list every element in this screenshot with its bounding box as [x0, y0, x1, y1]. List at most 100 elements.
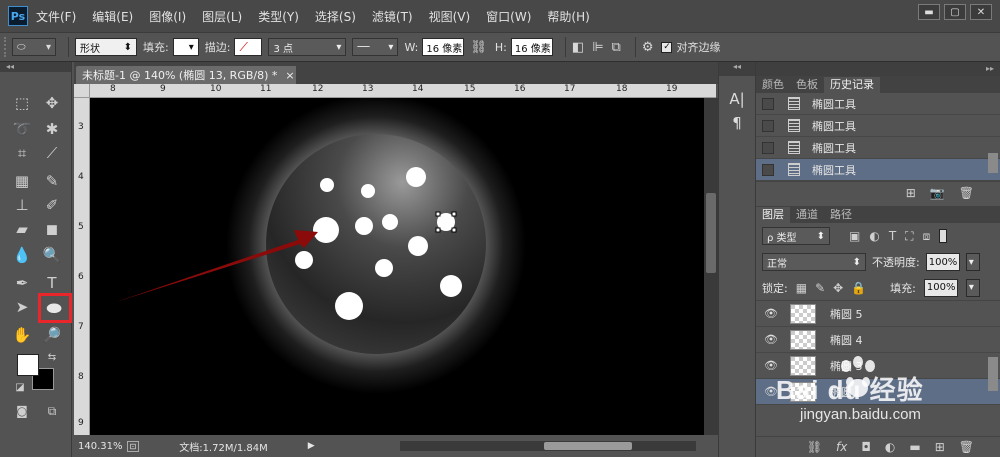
lock-all-icon[interactable]: 🔒: [851, 281, 866, 295]
lock-pixels-icon[interactable]: ✎: [815, 281, 825, 295]
layer-row[interactable]: 👁 椭圆 5: [756, 301, 1000, 327]
history-brush-icon[interactable]: ✐: [40, 194, 64, 216]
vertical-scrollbar[interactable]: [704, 98, 718, 435]
scroll-thumb[interactable]: [988, 153, 998, 173]
mode-select[interactable]: 形状 ⬍: [75, 38, 137, 56]
move-icon[interactable]: ✥: [40, 92, 64, 114]
default-colors-icon[interactable]: ◪: [8, 376, 32, 398]
fx-icon[interactable]: fx: [836, 440, 847, 454]
tab-swatches[interactable]: 色板: [790, 77, 824, 93]
menu-select[interactable]: 选择(S): [315, 8, 356, 25]
pixel-filter-icon[interactable]: ▣: [849, 229, 860, 243]
anchor-handle[interactable]: [435, 227, 441, 233]
width-input[interactable]: 16 像素: [422, 38, 465, 56]
ruler-horizontal[interactable]: 8 9 10 11 12 13 14 15 16 17 18 19: [90, 84, 716, 98]
strip-header[interactable]: ◂◂: [719, 62, 755, 76]
layer-row-selected[interactable]: 👁 椭圆: [756, 379, 1000, 405]
history-snapshot-checkbox[interactable]: [762, 119, 774, 132]
opacity-slider-button[interactable]: ▾: [965, 253, 980, 271]
type-filter-icon[interactable]: T: [889, 229, 896, 243]
camera-icon[interactable]: 📷: [930, 186, 945, 200]
grip-handle[interactable]: [4, 37, 12, 57]
healing-brush-icon[interactable]: ▦: [10, 170, 34, 192]
gear-icon[interactable]: ⚙: [642, 40, 654, 55]
stroke-type-select[interactable]: ── ▾: [352, 38, 399, 56]
ruler-origin[interactable]: [74, 84, 90, 98]
scroll-thumb[interactable]: [988, 357, 998, 391]
menu-view[interactable]: 视图(V): [429, 8, 471, 25]
lock-transparency-icon[interactable]: ▦: [796, 281, 807, 295]
history-snapshot-checkbox[interactable]: [762, 141, 774, 154]
screen-mode-icon[interactable]: ⧉: [40, 400, 64, 422]
panel-dock-header[interactable]: ▸▸: [756, 62, 1000, 76]
sheet-icon[interactable]: ⊡: [126, 440, 140, 452]
fill-slider-button[interactable]: ▾: [965, 278, 980, 297]
link-layers-icon[interactable]: ⛓: [807, 440, 822, 454]
dodge-icon[interactable]: 🔍: [40, 244, 64, 266]
eye-icon[interactable]: 👁: [764, 333, 780, 346]
tool-preset-picker[interactable]: ⬭ ▾: [12, 38, 56, 56]
layer-row[interactable]: 👁 椭圆 4: [756, 327, 1000, 353]
menu-help[interactable]: 帮助(H): [547, 8, 589, 25]
crop-icon[interactable]: ⌗: [10, 142, 34, 164]
maximize-button[interactable]: ▢: [944, 4, 966, 20]
paragraph-panel-icon[interactable]: ¶: [719, 114, 755, 132]
menu-image[interactable]: 图像(I): [149, 8, 186, 25]
menu-filter[interactable]: 滤镜(T): [372, 8, 413, 25]
close-button[interactable]: ✕: [970, 4, 992, 20]
eye-icon[interactable]: 👁: [764, 385, 780, 398]
path-arrangement-icon[interactable]: ⧉: [612, 40, 621, 55]
path-operations-icon[interactable]: ◧: [572, 40, 584, 55]
scroll-thumb[interactable]: [706, 193, 716, 273]
tab-layers[interactable]: 图层: [756, 207, 790, 223]
document-canvas[interactable]: [90, 98, 704, 435]
quick-mask-icon[interactable]: ◙: [10, 400, 34, 422]
swap-colors-icon[interactable]: ⇆: [40, 346, 64, 368]
height-input[interactable]: 16 像素: [510, 38, 553, 56]
zoom-level[interactable]: 140.31%: [78, 441, 123, 452]
adjustment-layer-icon[interactable]: ◐: [885, 440, 895, 454]
history-item[interactable]: 椭圆工具: [756, 93, 1000, 115]
menu-type[interactable]: 类型(Y): [258, 8, 299, 25]
anchor-handle[interactable]: [451, 227, 457, 233]
minimize-button[interactable]: ▬: [918, 4, 940, 20]
marquee-icon[interactable]: ⬚: [10, 92, 34, 114]
link-icon[interactable]: ⛓: [470, 40, 487, 55]
tab-history[interactable]: 历史记录: [824, 77, 880, 93]
tab-paths[interactable]: 路径: [824, 207, 858, 223]
scroll-thumb[interactable]: [544, 442, 632, 450]
pen-icon[interactable]: ✒: [10, 272, 34, 294]
opacity-input[interactable]: 100%: [925, 253, 960, 271]
lasso-icon[interactable]: ➰: [10, 118, 34, 140]
brush-icon[interactable]: ✎: [40, 170, 64, 192]
mask-icon[interactable]: ◘: [861, 440, 871, 454]
menu-file[interactable]: 文件(F): [36, 8, 76, 25]
type-icon[interactable]: T: [40, 272, 64, 294]
menu-layer[interactable]: 图层(L): [202, 8, 242, 25]
lock-position-icon[interactable]: ✥: [833, 281, 843, 295]
eye-icon[interactable]: 👁: [764, 307, 780, 320]
layer-row[interactable]: 👁 椭圆 3: [756, 353, 1000, 379]
stroke-swatch[interactable]: ⟋: [234, 38, 263, 56]
filter-toggle[interactable]: [939, 229, 948, 243]
path-alignment-icon[interactable]: ⊫: [592, 40, 603, 55]
trash-icon[interactable]: 🗑: [959, 186, 974, 200]
zoom-icon[interactable]: 🔎: [40, 324, 64, 346]
hand-icon[interactable]: ✋: [10, 324, 34, 346]
blend-mode-select[interactable]: 正常 ⬍: [762, 253, 866, 271]
new-document-from-state-icon[interactable]: ⊞: [906, 186, 916, 200]
folder-icon[interactable]: ▬: [909, 440, 920, 454]
adjustment-filter-icon[interactable]: ◐: [869, 229, 879, 243]
new-layer-icon[interactable]: ⊞: [935, 440, 945, 454]
horizontal-scrollbar[interactable]: [400, 441, 696, 451]
trash-icon[interactable]: 🗑: [959, 440, 974, 454]
blur-icon[interactable]: 💧: [10, 244, 34, 266]
toolbox-header[interactable]: ◂◂: [0, 62, 71, 72]
eye-icon[interactable]: 👁: [764, 359, 780, 372]
fill-swatch[interactable]: ▾: [172, 38, 199, 56]
layer-filter-select[interactable]: ρ 类型 ⬍: [762, 227, 830, 245]
history-item[interactable]: 椭圆工具: [756, 115, 1000, 137]
gradient-icon[interactable]: ◼: [40, 218, 64, 240]
path-selection-icon[interactable]: ➤: [10, 296, 34, 318]
status-menu-arrow-icon[interactable]: ▶: [308, 441, 315, 451]
